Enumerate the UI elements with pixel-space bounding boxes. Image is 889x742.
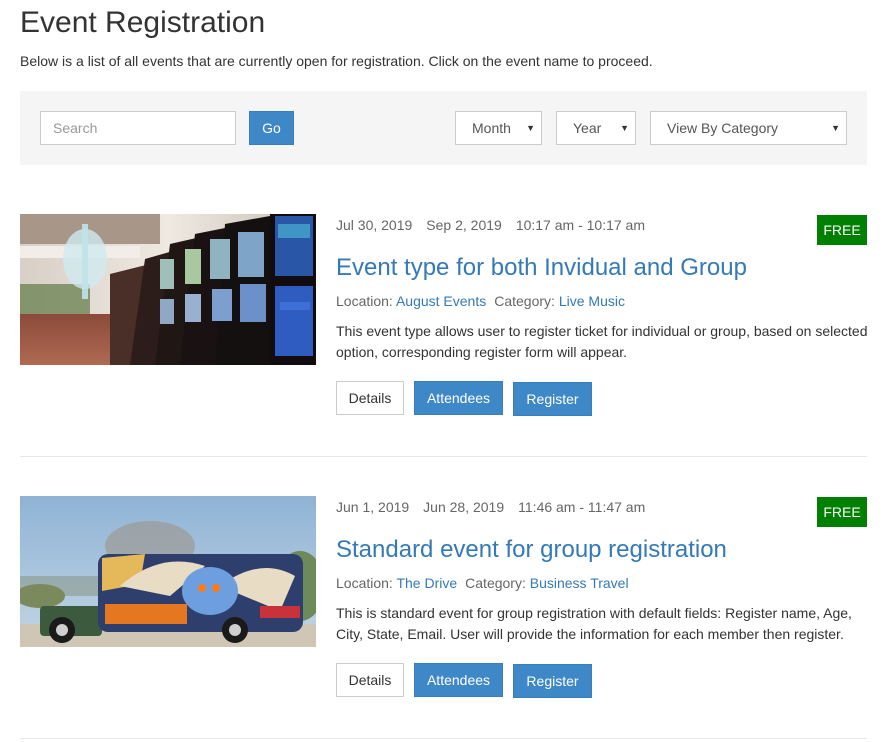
event-start-date: Jul 30, 2019 [336, 217, 413, 233]
details-button[interactable]: Details [336, 663, 404, 697]
event-image-bus[interactable] [20, 496, 316, 647]
register-button[interactable]: Register [513, 382, 592, 416]
attendees-button[interactable]: Attendees [414, 663, 503, 697]
caret-down-icon: ▼ [526, 123, 535, 133]
page-title: Event Registration [20, 6, 266, 39]
category-label: Category: [465, 575, 526, 591]
month-select[interactable]: Month ▼ [455, 111, 542, 145]
event-divider [20, 456, 867, 457]
location-label: Location: [336, 575, 393, 591]
event-description: This is standard event for group registr… [336, 605, 852, 642]
event-dates: Jun 1, 2019 Jun 28, 2019 11:46 am - 11:47 … [336, 499, 659, 515]
event-dates: Jul 30, 2019 Sep 2, 2019 10:17 am - 10:17 … [336, 217, 659, 233]
search-input[interactable] [40, 111, 236, 145]
category-select[interactable]: View By Category ▼ [650, 111, 847, 145]
event-time: 10:17 am - 10:17 am [515, 217, 645, 233]
category-select-value: View By Category [667, 120, 779, 136]
caret-down-icon: ▼ [620, 123, 629, 133]
event-image-casino[interactable] [20, 214, 316, 365]
attendees-button[interactable]: Attendees [414, 381, 503, 415]
event-title-link[interactable]: Event type for both Invidual and Group [336, 254, 747, 282]
event-title-link[interactable]: Standard event for group registration [336, 536, 727, 564]
price-badge: FREE [817, 497, 867, 527]
graffiti-bus-image [20, 496, 316, 647]
price-badge: FREE [817, 215, 867, 245]
event-time: 11:46 am - 11:47 am [518, 499, 646, 515]
filter-bar: Go Month ▼ Year ▼ View By Category ▼ [20, 91, 867, 165]
location-label: Location: [336, 293, 393, 309]
category-link[interactable]: Business Travel [530, 575, 629, 591]
month-select-value: Month [472, 120, 511, 136]
year-select[interactable]: Year ▼ [556, 111, 636, 145]
details-button[interactable]: Details [336, 381, 404, 415]
category-link[interactable]: Live Music [559, 293, 625, 309]
event-end-date: Jun 28, 2019 [423, 499, 505, 515]
go-button[interactable]: Go [249, 111, 294, 145]
location-link[interactable]: The Drive [396, 575, 457, 591]
event-meta: Location: The Drive Category: Business Tr… [336, 575, 629, 591]
casino-slot-machines-image [20, 214, 316, 365]
page-intro: Below is a list of all events that are c… [20, 53, 653, 69]
event-end-date: Sep 2, 2019 [426, 217, 502, 233]
category-label: Category: [494, 293, 555, 309]
event-description: This event type allows user to register … [336, 323, 868, 360]
location-link[interactable]: August Events [396, 293, 486, 309]
event-start-date: Jun 1, 2019 [336, 499, 410, 515]
register-button[interactable]: Register [513, 664, 592, 698]
event-divider [20, 738, 867, 739]
caret-down-icon: ▼ [831, 123, 840, 133]
year-select-value: Year [573, 120, 602, 136]
event-meta: Location: August Events Category: Live Mu… [336, 293, 625, 309]
